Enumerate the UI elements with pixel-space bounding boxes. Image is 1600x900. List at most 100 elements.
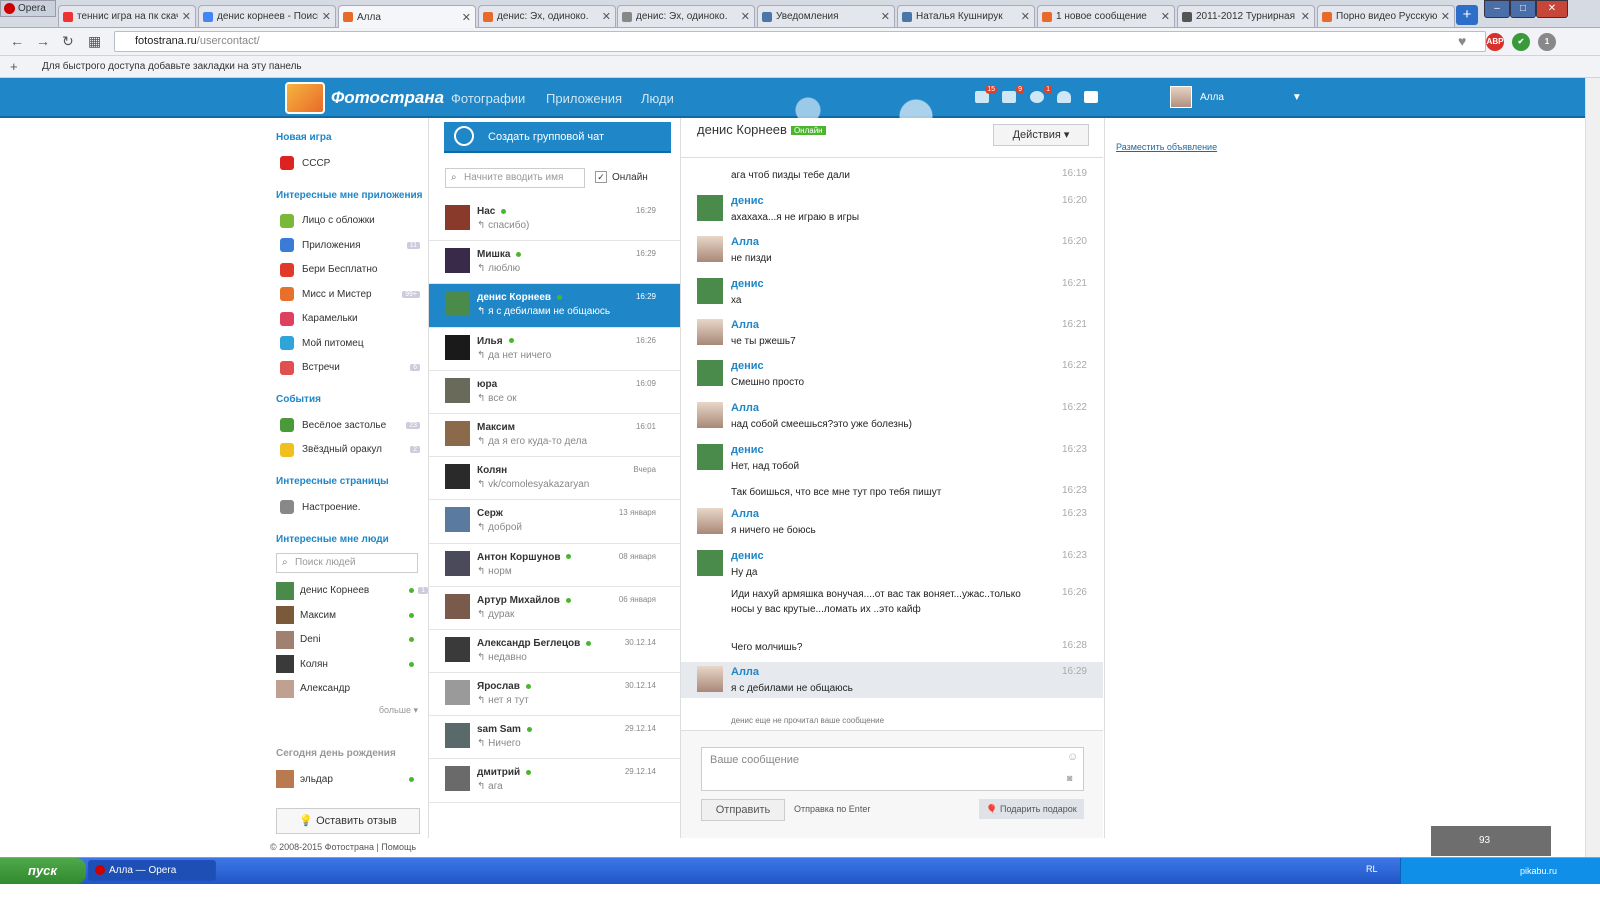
browser-tab[interactable]: теннис игра на пк скач ✕ [58, 5, 196, 27]
person-item[interactable]: Колян [276, 652, 428, 677]
sidebar-item[interactable]: Приложения 11 [276, 233, 428, 258]
conversation-item[interactable]: денис Корнеев 16:29 ↰ я с дебилами не обща… [429, 284, 680, 328]
contact-search-input[interactable]: Начните вводить имя [445, 168, 585, 188]
close-window-button[interactable]: ✕ [1536, 0, 1568, 18]
more-people-link[interactable]: больше ▾ [276, 705, 418, 716]
close-tab-icon[interactable]: ✕ [462, 11, 471, 24]
message-input[interactable]: Ваше сообщение [701, 747, 1084, 791]
browser-tab[interactable]: денис корнеев - Поиск ✕ [198, 5, 336, 27]
sidebar-item[interactable]: Встречи 6 [276, 356, 428, 381]
close-tab-icon[interactable]: ✕ [322, 10, 331, 23]
close-tab-icon[interactable]: ✕ [1021, 10, 1030, 23]
close-tab-icon[interactable]: ✕ [602, 10, 611, 23]
sidebar-item[interactable]: Карамельки [276, 307, 428, 332]
conversation-item[interactable]: Артур Михайлов 06 января ↰ дурак [429, 587, 680, 630]
conversation-item[interactable]: дмитрий 29.12.14 ↰ ага [429, 759, 680, 803]
close-tab-icon[interactable]: ✕ [1301, 10, 1310, 23]
browser-tab[interactable]: Уведомления ✕ [757, 5, 895, 27]
browser-tab[interactable]: 1 новое сообщение ✕ [1037, 5, 1175, 27]
notifications-icon[interactable]: 1 [1030, 85, 1052, 103]
speed-dial-icon[interactable]: ▦ [88, 33, 101, 50]
friends-icon[interactable] [1057, 91, 1071, 103]
nav-people[interactable]: Люди [641, 91, 674, 106]
avatar[interactable] [697, 508, 723, 534]
conversation-item[interactable]: Серж 13 января ↰ доброй [429, 500, 680, 544]
send-button[interactable]: Отправить [701, 799, 785, 821]
add-bookmark-icon[interactable]: + [10, 59, 18, 74]
avatar[interactable] [697, 236, 723, 262]
chat-title[interactable]: денис Корнеев Онлайн [697, 122, 826, 137]
avatar[interactable] [697, 195, 723, 221]
message-author[interactable]: Алла [731, 508, 759, 520]
message-author[interactable]: Алла [731, 666, 759, 678]
minimize-button[interactable]: – [1484, 0, 1510, 18]
close-tab-icon[interactable]: ✕ [1441, 10, 1450, 23]
avatar[interactable] [697, 444, 723, 470]
avatar[interactable] [697, 402, 723, 428]
sidebar-item-new-game[interactable]: СССР [276, 151, 428, 176]
sidebar-item[interactable]: Мисс и Мистер 99+ [276, 282, 428, 307]
smiley-icon[interactable]: ☺ [1067, 751, 1078, 763]
message-author[interactable]: денис [731, 278, 764, 290]
person-item[interactable]: денис Корнеев 1 [276, 579, 428, 604]
site-logo[interactable]: Фотострана [285, 82, 444, 114]
opera-menu-button[interactable]: Opera [0, 0, 56, 17]
new-tab-button[interactable]: + [1456, 5, 1478, 25]
avatar[interactable] [697, 360, 723, 386]
user-menu[interactable]: Алла ▼ [1170, 86, 1302, 108]
message-author[interactable]: Алла [731, 402, 759, 414]
person-item[interactable]: Александр [276, 677, 428, 702]
birthday-person[interactable]: эльдар [276, 767, 428, 792]
close-tab-icon[interactable]: ✕ [741, 10, 750, 23]
extension-icon[interactable]: 1 [1538, 33, 1556, 51]
close-tab-icon[interactable]: ✕ [182, 10, 191, 23]
start-button[interactable]: пуск [0, 858, 86, 884]
conversation-item[interactable]: Максим 16:01 ↰ да я его куда-то дела [429, 414, 680, 458]
bookmark-heart-icon[interactable]: ♥ [1458, 33, 1466, 49]
avatar[interactable] [697, 319, 723, 345]
online-filter-checkbox[interactable]: ✓ Онлайн [595, 171, 648, 183]
camera-icon[interactable]: ◙ [1067, 773, 1072, 783]
nav-apps[interactable]: Приложения [546, 91, 622, 106]
close-tab-icon[interactable]: ✕ [1161, 10, 1170, 23]
forward-icon[interactable]: → [36, 33, 50, 49]
sidebar-item[interactable]: Весёлое застолье 23 [276, 413, 428, 438]
news-icon[interactable]: 15 [975, 85, 997, 103]
create-group-chat-button[interactable]: Создать групповой чат [444, 122, 671, 153]
people-search-input[interactable]: Поиск людей [276, 552, 418, 573]
conversation-item[interactable]: Александр Беглецов 30.12.14 ↰ недавно [429, 630, 680, 674]
avatar[interactable] [697, 278, 723, 304]
actions-button[interactable]: Действия ▾ [993, 124, 1089, 146]
conversation-item[interactable]: Колян Вчера ↰ vk/comolesyakazaryan [429, 457, 680, 501]
taskbar-item-opera[interactable]: Алла — Opera [88, 860, 216, 881]
nav-photos[interactable]: Фотографии [451, 91, 525, 106]
sidebar-item[interactable]: Бери Бесплатно [276, 258, 428, 283]
language-indicator[interactable]: RL [1366, 864, 1378, 874]
adblock-icon[interactable]: ABP [1486, 33, 1504, 51]
message-author[interactable]: денис [731, 444, 764, 456]
conversation-item[interactable]: юра 16:09 ↰ все ок [429, 371, 680, 414]
message-author[interactable]: денис [731, 195, 764, 207]
avatar[interactable] [697, 550, 723, 576]
sidebar-item[interactable]: Мой питомец [276, 331, 428, 356]
reload-icon[interactable]: ↻ [62, 33, 74, 50]
place-ad-link[interactable]: Разместить объявление [1116, 142, 1217, 152]
messages-icon[interactable] [1084, 91, 1098, 103]
message-author[interactable]: Алла [731, 236, 759, 248]
chat-widget[interactable]: 93 [1431, 826, 1551, 856]
browser-tab[interactable]: 2011-2012 Турнирная т ✕ [1177, 5, 1315, 27]
feedback-button[interactable]: 💡 Оставить отзыв [276, 807, 420, 834]
conversation-item[interactable]: Антон Коршунов 08 января ↰ норм [429, 544, 680, 587]
person-item[interactable]: Deni [276, 628, 428, 653]
browser-tab[interactable]: денис: Эх, одиноко. ✕ [478, 5, 616, 27]
security-extension-icon[interactable]: ✔ [1512, 33, 1530, 51]
browser-tab[interactable]: Наталья Кушнирук ✕ [897, 5, 1035, 27]
person-item[interactable]: Максим [276, 603, 428, 628]
page-scrollbar[interactable] [1585, 78, 1600, 857]
avatar[interactable] [697, 666, 723, 692]
maximize-button[interactable]: □ [1510, 0, 1536, 18]
url-field[interactable]: fotostrana.ru/usercontact/ [114, 31, 1486, 52]
close-tab-icon[interactable]: ✕ [881, 10, 890, 23]
browser-tab[interactable]: Порно видео Русскую ✕ [1317, 5, 1455, 27]
conversation-item[interactable]: Нас 16:29 ↰ спасибо) [429, 198, 680, 242]
